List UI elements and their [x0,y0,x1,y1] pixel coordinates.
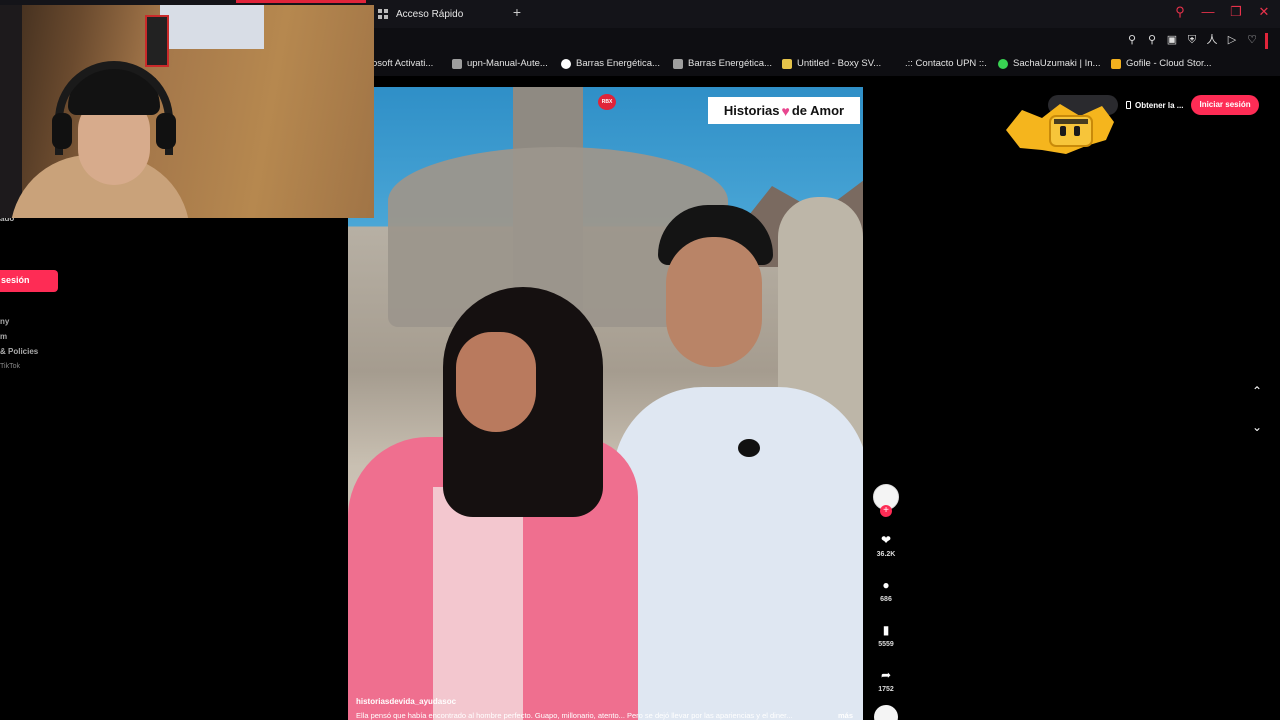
woman-blouse [433,487,523,720]
play-icon[interactable]: ▷ [1225,33,1239,47]
window-controls: ⚲ — ❐ ✕ [1172,4,1272,20]
active-tab-indicator [236,0,366,3]
translate-icon[interactable]: 人 [1205,33,1219,47]
like-action[interactable]: ❤ 36.2K [872,532,900,558]
document-icon [452,58,462,69]
minimize-button[interactable]: — [1200,4,1216,20]
gofile-icon [1111,58,1121,69]
bookmark-label: upn-Manual-Aute... [467,58,548,69]
footer-link[interactable]: m [0,329,38,344]
bookmark-label: Barras Energética... [576,58,660,69]
man-figure [613,387,863,720]
like-count: 36.2K [876,551,896,558]
snapshot-icon[interactable]: ▣ [1165,33,1179,47]
video-caption: Ella pensó que había encontrado al hombr… [356,711,793,720]
pin-icon[interactable]: ⚲ [1145,33,1159,47]
zoom-icon[interactable]: ⚲ [1125,33,1139,47]
video-username[interactable]: historiasdevida_ayudasoc [356,697,456,706]
headphone-cup-left [52,113,72,149]
share-count: 1752 [878,686,894,693]
comment-icon: ● [882,578,890,592]
bookmark-item[interactable]: .:: Contacto UPN ::. [905,58,987,69]
star-icon [998,58,1008,69]
overlay-title-part1: Historias [723,103,780,118]
document-icon [673,58,683,69]
footer-link[interactable]: ny [0,314,38,329]
share-action[interactable]: ➦ 1752 [872,667,900,693]
footer-link[interactable]: & Policies [0,344,38,359]
follow-plus-icon[interactable]: + [880,505,892,517]
sidebar-indicator [1265,33,1268,49]
toolbar-icons: ⚲ ⚲ ▣ ⛨ 人 ▷ ♡ [1125,33,1268,49]
bookmark-label: SachaUzumaki | In... [1013,58,1101,69]
webcam-poster [145,15,169,67]
man-face [666,237,762,367]
heart-icon: ❤ [880,533,892,547]
headphone-cup-right [156,113,176,149]
get-app-label: Obtener la ... [1135,100,1184,110]
restore-button[interactable]: ❐ [1228,4,1244,20]
woman-face [456,332,536,432]
login-button[interactable]: sesión [0,270,58,292]
bookmark-item[interactable]: Barras Energética... [561,58,660,69]
heart-icon[interactable]: ♡ [1245,33,1259,47]
footer-links: ny m & Policies TikTok [0,314,38,374]
get-app-link[interactable]: Obtener la ... [1126,101,1183,110]
bookmark-label: .:: Contacto UPN ::. [905,58,987,69]
overlay-title-part2: de Amor [791,103,845,118]
bookmark-item[interactable]: Untitled - Boxy SV... [782,58,881,69]
tab-acceso-rapido[interactable]: Acceso Rápido [370,2,530,26]
bookmark-label: Barras Energética... [688,58,772,69]
bookmark-item[interactable]: Gofile - Cloud Stor... [1111,58,1212,69]
video-navigation: ⌃ ⌄ [1249,383,1265,435]
ticket-sticker-icon [1006,104,1114,154]
close-button[interactable]: ✕ [1256,4,1272,20]
bookmark-item[interactable]: SachaUzumaki | In... [998,58,1100,69]
share-icon: ➦ [880,668,892,682]
grid-icon [378,9,388,19]
copyright-text: TikTok [0,363,20,370]
google-icon [561,58,571,69]
save-action[interactable]: ▮ 5559 [872,622,900,648]
boxy-svg-icon [782,58,792,69]
caption-more-link[interactable]: más [838,711,853,720]
video-badge: RBX [598,94,616,110]
comment-count: 686 [880,596,892,603]
video-player[interactable] [348,87,863,720]
comment-action[interactable]: ● 686 [872,577,900,603]
bookmark-label: osoft Activati... [372,58,434,69]
chevron-down-icon[interactable]: ⌄ [1249,419,1265,435]
webcam-window [160,5,264,49]
chevron-up-icon[interactable]: ⌃ [1249,383,1265,399]
new-tab-button[interactable]: + [510,5,524,19]
search-icon[interactable]: ⚲ [1172,4,1188,20]
bookmark-item[interactable]: Barras Energética... [673,58,772,69]
tab-label: Acceso Rápido [396,8,464,20]
bookmark-item[interactable]: osoft Activati... [372,58,433,69]
bookmark-item[interactable]: upn-Manual-Aute... [452,58,548,69]
bookmark-label: Gofile - Cloud Stor... [1126,58,1212,69]
video-title-overlay: Historias ♥ de Amor [708,97,860,124]
save-count: 5559 [878,641,894,648]
signin-button[interactable]: Iniciar sesión [1191,95,1259,115]
phone-icon [1126,101,1131,109]
bookmark-label: Untitled - Boxy SV... [797,58,882,69]
shield-icon[interactable]: ⛨ [1185,33,1199,47]
webcam-overlay [0,5,374,218]
bookmark-icon: ▮ [882,623,890,637]
webcam-shelf [0,5,22,218]
heart-icon: ♥ [781,102,790,119]
lapel-mic [738,439,760,457]
